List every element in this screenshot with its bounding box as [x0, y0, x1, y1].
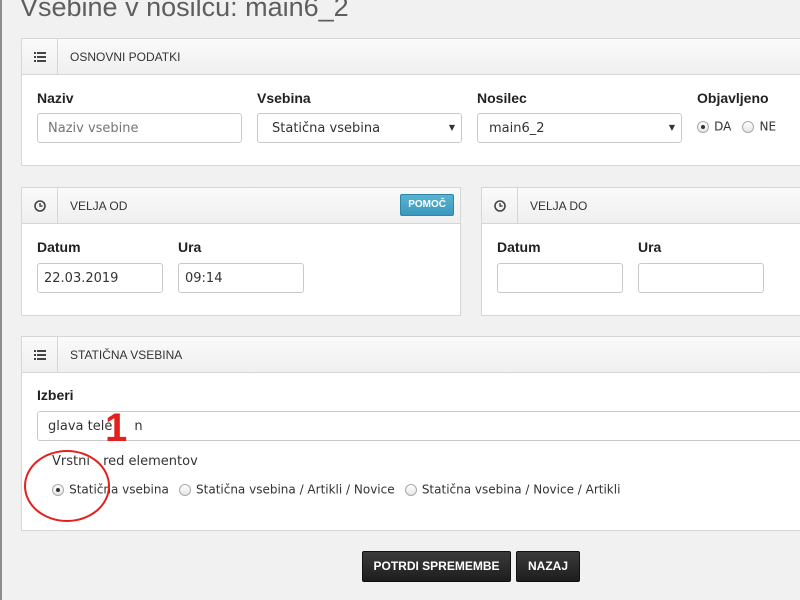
published-yes-label: DA	[714, 119, 732, 134]
panel-title: OSNOVNI PODATKI	[70, 50, 181, 64]
panel-title: VELJA DO	[530, 199, 588, 213]
dropdown-arrow-icon: ▼	[668, 123, 675, 132]
published-label: Objavljeno	[697, 90, 769, 106]
list-icon	[22, 39, 58, 74]
order-radio-group: Statična vsebina Statična vsebina / Arti…	[52, 479, 620, 498]
panel-header: OSNOVNI PODATKI	[22, 39, 800, 75]
order-option-2[interactable]: Statična vsebina / Artikli / Novice	[178, 479, 400, 498]
content-type-select[interactable]: Statična vsebina ▼	[257, 113, 462, 143]
published-no-option[interactable]: NE	[742, 116, 776, 135]
order-option-label: Statična vsebina / Novice / Artikli	[421, 482, 621, 497]
valid-from-panel: VELJA OD POMOČ	[21, 187, 461, 316]
dropdown-arrow-icon: ▼	[448, 123, 455, 132]
time-from-input[interactable]	[178, 263, 304, 293]
date-to-label: Datum	[497, 239, 541, 255]
time-from-label: Ura	[178, 239, 202, 255]
panel-header: VELJA OD POMOČ	[22, 188, 460, 224]
panel-title: STATIČNA VSEBINA	[70, 348, 183, 362]
clock-icon	[22, 188, 58, 223]
carrier-label: Nosilec	[477, 90, 527, 106]
annotation-number: 1	[105, 406, 128, 450]
radio-button[interactable]	[742, 120, 755, 133]
panel-title: VELJA OD	[70, 199, 128, 213]
list-icon	[22, 337, 58, 372]
name-input[interactable]	[37, 113, 242, 143]
annotation-circle	[24, 450, 110, 522]
carrier-value: main6_2	[489, 120, 545, 136]
date-to-input[interactable]	[497, 263, 623, 293]
basic-data-panel: OSNOVNI PODATKI	[21, 38, 800, 166]
date-from-input[interactable]	[37, 263, 163, 293]
published-yes-option[interactable]: DA	[697, 116, 736, 135]
content-label: Vsebina	[257, 90, 311, 106]
radio-button[interactable]	[178, 483, 191, 496]
panel-header: STATIČNA VSEBINA	[22, 337, 800, 373]
panel-header: VELJA DO	[482, 188, 800, 224]
radio-button-selected[interactable]	[697, 120, 709, 133]
published-radio-group: DA NE	[697, 116, 776, 135]
order-option-3[interactable]: Statična vsebina / Novice / Artikli	[404, 479, 621, 498]
order-label-end: red elementov	[103, 454, 198, 469]
date-from-label: Datum	[37, 239, 81, 255]
choose-value: glava tele	[48, 418, 113, 434]
order-option-label: Statična vsebina / Artikli / Novice	[196, 482, 395, 497]
clock-icon	[482, 188, 518, 223]
time-to-input[interactable]	[638, 263, 764, 293]
confirm-changes-button[interactable]: POTRDI SPREMEMBE	[362, 551, 511, 582]
time-to-label: Ura	[638, 239, 662, 255]
name-label: Naziv	[37, 90, 74, 106]
help-button[interactable]: POMOČ	[400, 194, 454, 216]
carrier-select[interactable]: main6_2 ▼	[477, 113, 682, 143]
radio-button[interactable]	[404, 483, 417, 496]
window-left-border	[0, 0, 2, 600]
choose-input[interactable]: glava tele n	[37, 411, 800, 441]
back-button[interactable]: NAZAJ	[516, 551, 580, 582]
published-no-label: NE	[759, 119, 777, 134]
page-title: Vsebine v nosilcu: main6_2	[20, 0, 349, 22]
choose-value-tail: n	[134, 418, 143, 434]
choose-label: Izberi	[37, 387, 74, 403]
content-type-value: Statična vsebina	[272, 120, 381, 136]
